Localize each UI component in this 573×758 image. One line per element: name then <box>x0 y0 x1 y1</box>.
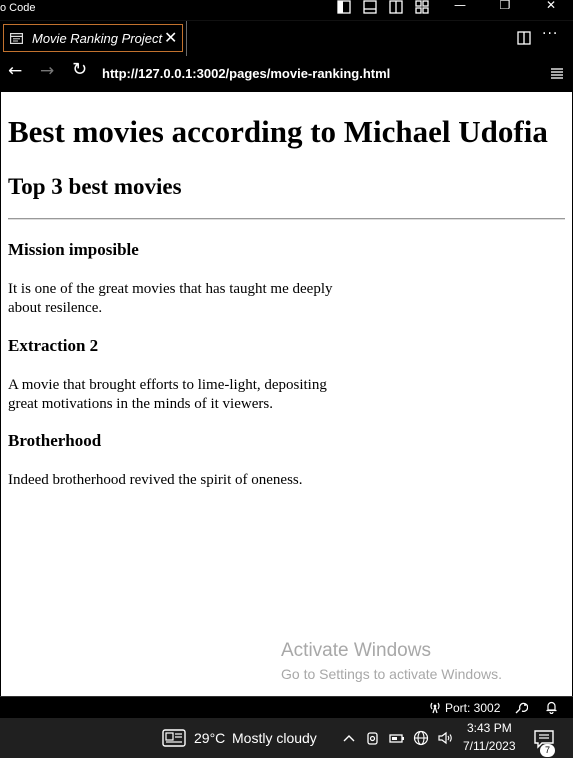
movie-description: Indeed brotherhood revived the spirit of… <box>8 472 303 488</box>
movie-title: Mission imposible <box>8 240 139 259</box>
show-hidden-icons-chevron-icon[interactable] <box>341 730 357 746</box>
hamburger-menu-icon[interactable] <box>550 66 564 80</box>
tab-label: Movie Ranking Project <box>32 31 163 46</box>
movie-description: It is one of the great movies that has t… <box>8 281 333 316</box>
tab-divider <box>186 21 187 57</box>
url-input[interactable]: http://127.0.0.1:3002/pages/movie-rankin… <box>102 66 390 81</box>
toggle-secondary-sidebar-icon[interactable] <box>389 0 403 14</box>
weather-description[interactable]: Mostly cloudy <box>232 730 317 746</box>
app-title: o Code <box>0 2 36 14</box>
minimize-icon[interactable]: — <box>448 0 472 14</box>
reload-icon[interactable]: ↻ <box>72 59 87 80</box>
tab-close-icon[interactable]: ✕ <box>164 28 177 47</box>
network-globe-icon[interactable] <box>413 730 429 746</box>
page-heading: Best movies according to Michael Udofia <box>8 114 548 149</box>
toggle-panel-icon[interactable] <box>363 0 377 14</box>
movie-title: Brotherhood <box>8 431 102 450</box>
tab-bar: Movie Ranking Project ✕ ··· <box>0 20 573 57</box>
activate-windows-watermark: Activate Windows Go to Settings to activ… <box>281 640 502 682</box>
movie-description: A movie that brought efforts to lime-lig… <box>8 377 327 412</box>
notifications-bell-icon[interactable] <box>545 700 558 714</box>
port-status[interactable]: Port: 3002 <box>445 701 500 715</box>
customize-layout-icon[interactable] <box>415 0 429 14</box>
horizontal-rule <box>8 218 565 220</box>
volume-icon[interactable] <box>437 730 453 746</box>
clock-date[interactable]: 7/11/2023 <box>463 739 516 753</box>
weather-temperature[interactable]: 29°C <box>194 730 225 746</box>
split-editor-icon[interactable] <box>517 31 531 45</box>
broadcast-icon <box>430 702 440 714</box>
restore-icon[interactable]: ❐ <box>493 0 517 14</box>
page-subheading: Top 3 best movies <box>8 174 182 199</box>
preview-page-icon <box>10 33 23 44</box>
remote-feedback-icon[interactable] <box>514 701 528 715</box>
watermark-subtitle: Go to Settings to activate Windows. <box>281 666 502 682</box>
back-arrow-icon[interactable]: ← <box>8 61 22 81</box>
tab-movie-ranking[interactable]: Movie Ranking Project ✕ <box>3 24 183 52</box>
page-viewport: Best movies according to Michael Udofia … <box>1 92 572 696</box>
movie-title: Extraction 2 <box>8 336 99 355</box>
status-bar: Port: 3002 <box>0 696 573 718</box>
close-window-icon[interactable]: ✕ <box>539 0 563 14</box>
meet-now-icon[interactable] <box>365 730 381 746</box>
news-weather-icon[interactable] <box>162 728 186 748</box>
notification-count-badge: 7 <box>540 744 555 757</box>
forward-arrow-icon[interactable]: → <box>40 61 54 81</box>
clock-time[interactable]: 3:43 PM <box>467 721 512 735</box>
title-bar: o Code — ❐ ✕ <box>0 0 573 20</box>
toggle-primary-sidebar-icon[interactable] <box>337 0 351 14</box>
more-actions-icon[interactable]: ··· <box>542 26 558 42</box>
browser-toolbar: ← → ↻ http://127.0.0.1:3002/pages/movie-… <box>0 56 573 92</box>
watermark-title: Activate Windows <box>281 640 431 661</box>
windows-taskbar: 29°C Mostly cloudy 3:43 PM 7/11/2023 7 <box>0 718 573 758</box>
battery-icon[interactable] <box>389 730 405 746</box>
